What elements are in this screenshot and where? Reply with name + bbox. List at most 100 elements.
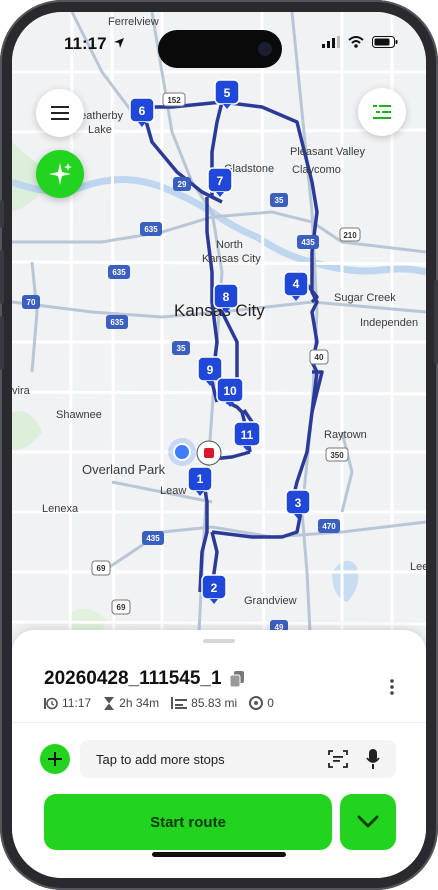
place-label: Kansas City [202,253,261,265]
highway-shield: 435 [297,235,319,249]
place-label: North [216,239,243,251]
distance-icon [171,697,188,709]
highway-shield: 350 [325,447,349,462]
add-stops-placeholder: Tap to add more stops [96,751,225,767]
highway-shield: 35 [172,341,190,355]
place-label: Grandview [244,595,297,607]
highway-shield: 35 [270,193,288,207]
add-stop-button[interactable] [40,744,70,774]
route-distance: 85.83 mi [171,696,237,710]
side-button [0,200,4,228]
highway-shield: 635 [140,222,162,236]
plus-icon [48,752,62,766]
svg-text:8: 8 [223,290,230,304]
mic-icon[interactable] [366,749,380,769]
list-icon [373,105,391,119]
current-location-dot [173,443,191,461]
place-label: Independen [360,317,418,329]
place-label: Claycomo [292,164,341,176]
camera-icon [258,42,272,56]
status-bar: 11:17 [12,12,426,68]
highway-shield: 40 [309,349,329,365]
highway-shield: 152 [162,92,186,107]
sparkle-icon [49,163,72,185]
highway-shield: 29 [173,177,191,191]
scan-icon[interactable] [328,750,348,768]
svg-text:635: 635 [112,268,126,277]
clock-icon [44,697,58,709]
place-label: vira [12,385,31,397]
menu-button[interactable] [36,89,84,137]
side-button [434,280,438,364]
place-label: Leaw [160,485,186,497]
location-arrow-icon [114,38,125,48]
svg-text:1: 1 [197,472,204,486]
screen: Ferrelview Weatherby Lake Gladstone Plea… [12,12,426,878]
route-skipped: 0 [249,696,274,710]
stop-pin[interactable]: 11 [233,421,261,451]
svg-text:152: 152 [167,96,181,105]
svg-text:5: 5 [224,86,231,100]
menu-icon [51,106,69,120]
home-indicator [152,852,286,857]
start-marker-square [204,448,214,458]
route-list-button[interactable] [358,88,406,136]
highway-shield: 635 [106,315,128,329]
svg-text:69: 69 [117,603,126,612]
route-start-time: 11:17 [44,696,91,710]
svg-text:4: 4 [293,277,300,291]
chevron-down-icon [357,815,379,828]
route-title-text: 20260428_111545_1 [44,668,222,689]
ai-assist-button[interactable] [36,150,84,198]
divider [12,722,426,723]
highway-shield: 435 [142,531,164,545]
svg-text:210: 210 [343,231,357,240]
svg-text:435: 435 [301,238,315,247]
add-stops-row: Tap to add more stops [40,740,396,778]
svg-text:69: 69 [97,564,106,573]
route-more-button[interactable] [380,672,404,702]
more-icon [390,679,394,695]
place-label: Raytown [324,429,367,441]
svg-text:470: 470 [322,522,336,531]
svg-text:2: 2 [211,581,218,595]
svg-text:35: 35 [177,344,186,353]
start-route-button[interactable]: Start route [44,794,332,850]
svg-text:40: 40 [315,353,324,362]
stop-pin[interactable]: 10 [216,377,244,407]
place-label: Lenexa [42,503,79,515]
route-sheet: 20260428_111545_1 11:17 2h 34m 85.83 mi … [12,630,426,878]
dynamic-island [158,30,282,68]
route-meta: 11:17 2h 34m 85.83 mi 0 [44,696,274,710]
svg-text:635: 635 [110,318,124,327]
svg-text:11: 11 [241,428,254,442]
place-label: Lake [88,124,112,136]
svg-text:7: 7 [217,174,224,188]
highway-shield: 635 [108,265,130,279]
svg-text:9: 9 [207,363,214,377]
place-label: Overland Park [82,462,166,477]
highway-shield: 69 [91,560,111,576]
skip-icon [249,696,264,710]
wifi-icon [348,36,364,48]
svg-text:35: 35 [275,196,284,205]
copy-icon[interactable] [229,671,244,687]
svg-text:70: 70 [27,298,36,307]
route-options-dropdown[interactable] [340,794,396,850]
battery-icon [372,36,398,48]
hourglass-icon [104,696,115,710]
highway-shield: 470 [318,519,340,533]
svg-text:350: 350 [330,451,344,460]
svg-text:3: 3 [295,496,302,510]
sheet-handle[interactable] [203,639,235,643]
route-duration: 2h 34m [103,696,159,710]
svg-text:10: 10 [223,384,237,398]
svg-text:635: 635 [144,225,158,234]
svg-text:435: 435 [146,534,160,543]
route-title: 20260428_111545_1 [44,668,244,690]
svg-text:6: 6 [139,104,146,118]
status-time: 11:17 [64,34,125,54]
place-label: Sugar Creek [334,292,396,304]
place-label: Pleasant Valley [290,146,366,158]
add-stops-input[interactable]: Tap to add more stops [80,740,396,778]
